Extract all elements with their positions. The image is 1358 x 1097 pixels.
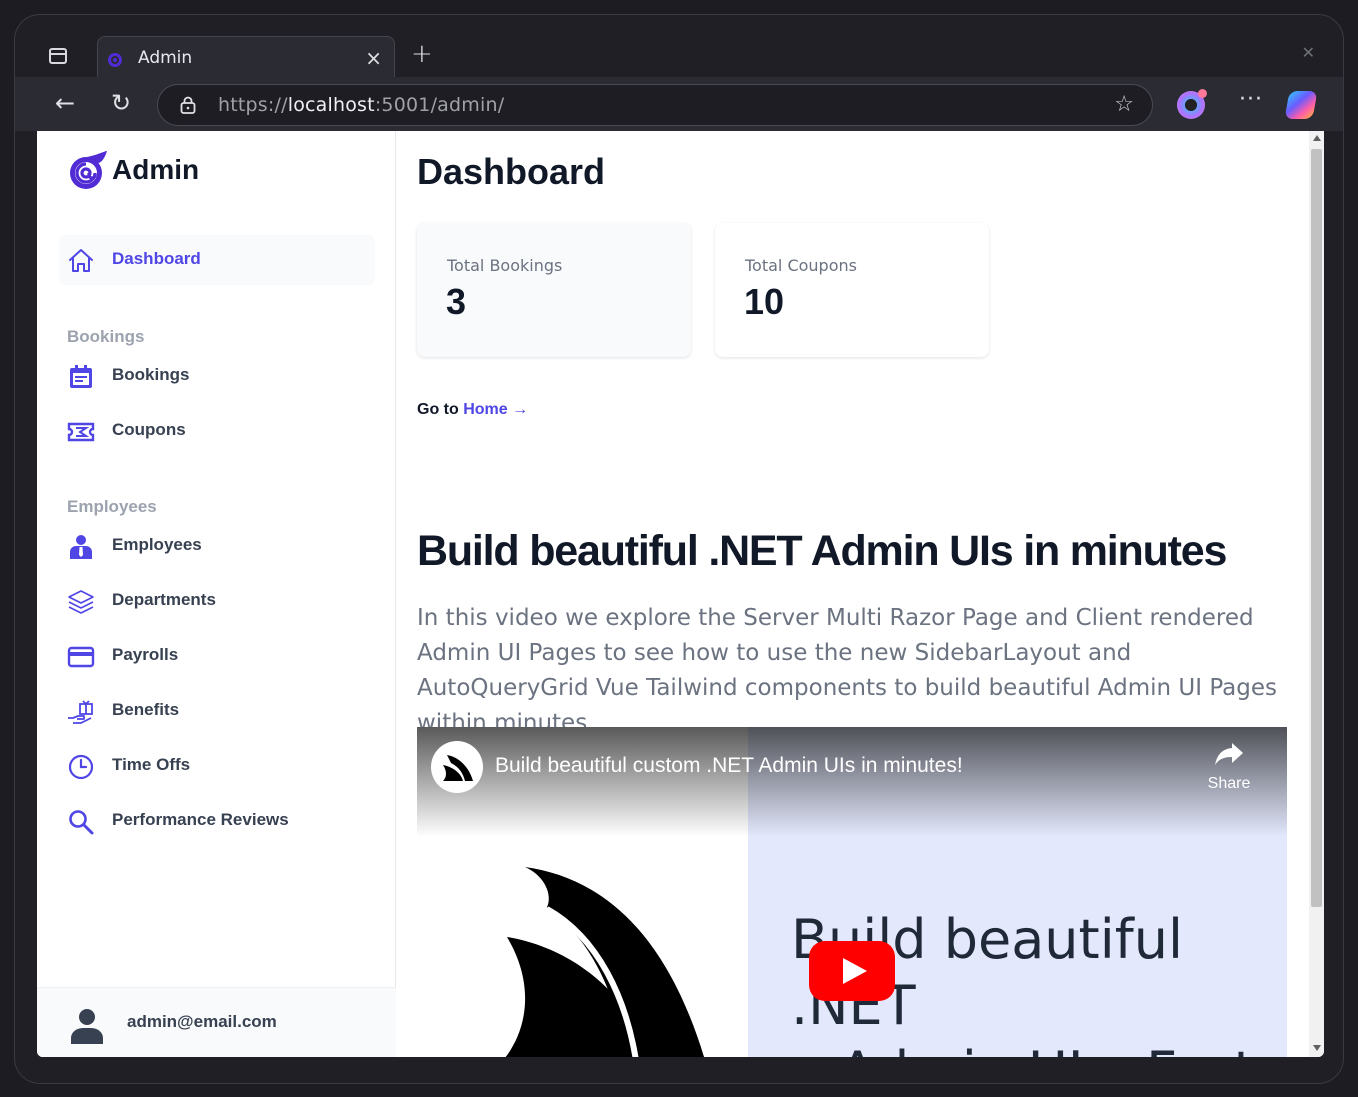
main-content: Dashboard Total Bookings 3 Total Coupons… — [397, 131, 1309, 1057]
sidebar: Admin Dashboard Bookings Bookings Coupon… — [37, 131, 396, 1057]
copilot-icon[interactable] — [1284, 91, 1318, 119]
share-button[interactable]: Share — [1199, 741, 1259, 793]
blazor-favicon-icon — [108, 53, 122, 67]
scroll-thumb[interactable] — [1311, 149, 1322, 907]
play-button[interactable] — [809, 941, 895, 1001]
stat-value: 3 — [446, 281, 467, 322]
url-path: :5001/admin/ — [374, 94, 505, 116]
sidebar-item-benefits[interactable]: Benefits — [59, 686, 375, 736]
url-host: localhost — [287, 94, 375, 116]
sidebar-item-label: Coupons — [112, 420, 186, 439]
user-menu[interactable]: admin@email.com — [37, 987, 396, 1057]
stat-card-coupons: Total Coupons 10 — [715, 223, 989, 357]
favorite-star-icon[interactable]: ☆ — [1114, 92, 1134, 117]
tab-bar: Admin × + ✕ — [15, 15, 1343, 78]
sidebar-item-departments[interactable]: Departments — [59, 576, 375, 626]
goto-prefix: Go to — [417, 401, 459, 418]
stat-label: Total Bookings — [447, 256, 563, 275]
video-thumb-line2: Admin UIs, Fast — [791, 1039, 1287, 1057]
search-icon — [69, 810, 94, 835]
stat-card-bookings: Total Bookings 3 — [417, 223, 691, 357]
channel-avatar[interactable] — [431, 741, 483, 793]
lock-icon[interactable] — [180, 96, 196, 114]
browser-window: Admin × + ✕ ← ↻ https://localhost:5001/a… — [14, 14, 1344, 1084]
group-label-employees: Employees — [67, 497, 157, 516]
ticket-icon — [67, 422, 95, 442]
browser-toolbar: ← ↻ https://localhost:5001/admin/ ☆ ··· — [15, 77, 1343, 131]
servicestack-channel-icon — [443, 755, 473, 781]
sidebar-toggle-icon[interactable] — [49, 48, 67, 64]
avatar — [71, 1009, 103, 1044]
sidebar-item-label: Dashboard — [112, 249, 201, 268]
home-link[interactable]: Home → — [463, 401, 528, 418]
blazor-logo-icon — [70, 151, 107, 189]
sidebar-item-label: Benefits — [112, 700, 180, 719]
more-menu-icon[interactable]: ··· — [1239, 87, 1263, 112]
reload-icon[interactable]: ↻ — [111, 89, 131, 117]
browser-tab[interactable]: Admin × — [97, 36, 395, 78]
sidebar-item-label: Bookings — [112, 365, 190, 384]
sidebar-item-dashboard[interactable]: Dashboard — [59, 235, 375, 285]
sidebar-item-label: Payrolls — [112, 645, 179, 664]
clock-icon — [68, 754, 94, 780]
video-headline: Build beautiful .NET Admin UIs in minute… — [417, 527, 1227, 575]
sidebar-item-label: Departments — [112, 590, 216, 609]
url-scheme: https:// — [218, 94, 288, 116]
scroll-down-arrow-icon[interactable] — [1313, 1045, 1321, 1051]
sidebar-item-bookings[interactable]: Bookings — [59, 351, 375, 401]
page-scrollbar[interactable] — [1309, 131, 1324, 1057]
layers-icon — [68, 590, 94, 614]
sidebar-item-time-offs[interactable]: Time Offs — [59, 741, 375, 791]
page-viewport: Admin Dashboard Bookings Bookings Coupon… — [37, 131, 1324, 1057]
sidebar-item-label: Performance Reviews — [112, 810, 289, 829]
arrow-right-icon: → — [512, 401, 529, 418]
back-arrow-icon[interactable]: ← — [55, 89, 75, 117]
address-bar[interactable]: https://localhost:5001/admin/ ☆ — [157, 84, 1153, 126]
youtube-video-embed[interactable]: Build beautiful .NET Admin UIs, Fast Bui… — [417, 727, 1287, 1057]
brand-name: Admin — [112, 154, 200, 185]
notification-dot — [1198, 89, 1207, 98]
user-tie-icon — [70, 535, 92, 559]
user-email: admin@email.com — [127, 1012, 277, 1031]
video-top-gradient — [417, 727, 1287, 837]
calendar-icon — [70, 365, 92, 388]
sidebar-item-label: Time Offs — [112, 755, 191, 774]
stat-label: Total Coupons — [745, 256, 857, 275]
sidebar-item-label: Employees — [112, 535, 202, 554]
home-icon — [69, 249, 93, 272]
sidebar-item-coupons[interactable]: Coupons — [59, 406, 375, 456]
scroll-up-arrow-icon[interactable] — [1313, 135, 1321, 141]
window-close-icon[interactable]: ✕ — [1302, 43, 1315, 62]
share-label: Share — [1207, 775, 1251, 792]
tab-close-icon[interactable]: × — [365, 46, 382, 70]
url-text[interactable]: https://localhost:5001/admin/ — [218, 94, 504, 116]
servicestack-logo-icon — [505, 867, 704, 1057]
tab-title: Admin — [138, 48, 193, 68]
share-icon — [1215, 743, 1243, 765]
sidebar-item-employees[interactable]: Employees — [59, 521, 375, 571]
sidebar-item-payrolls[interactable]: Payrolls — [59, 631, 375, 681]
video-title[interactable]: Build beautiful custom .NET Admin UIs in… — [495, 754, 963, 778]
video-description: In this video we explore the Server Mult… — [417, 605, 1277, 736]
page-title: Dashboard — [417, 151, 606, 192]
gift-hand-icon — [68, 700, 93, 724]
credit-card-icon — [67, 646, 95, 668]
stat-value: 10 — [744, 281, 785, 322]
new-tab-button[interactable]: + — [411, 39, 433, 69]
sidebar-item-performance-reviews[interactable]: Performance Reviews — [59, 796, 375, 846]
home-link-label: Home — [463, 401, 508, 418]
goto-home: Go to Home → — [417, 401, 528, 419]
group-label-bookings: Bookings — [67, 327, 145, 346]
